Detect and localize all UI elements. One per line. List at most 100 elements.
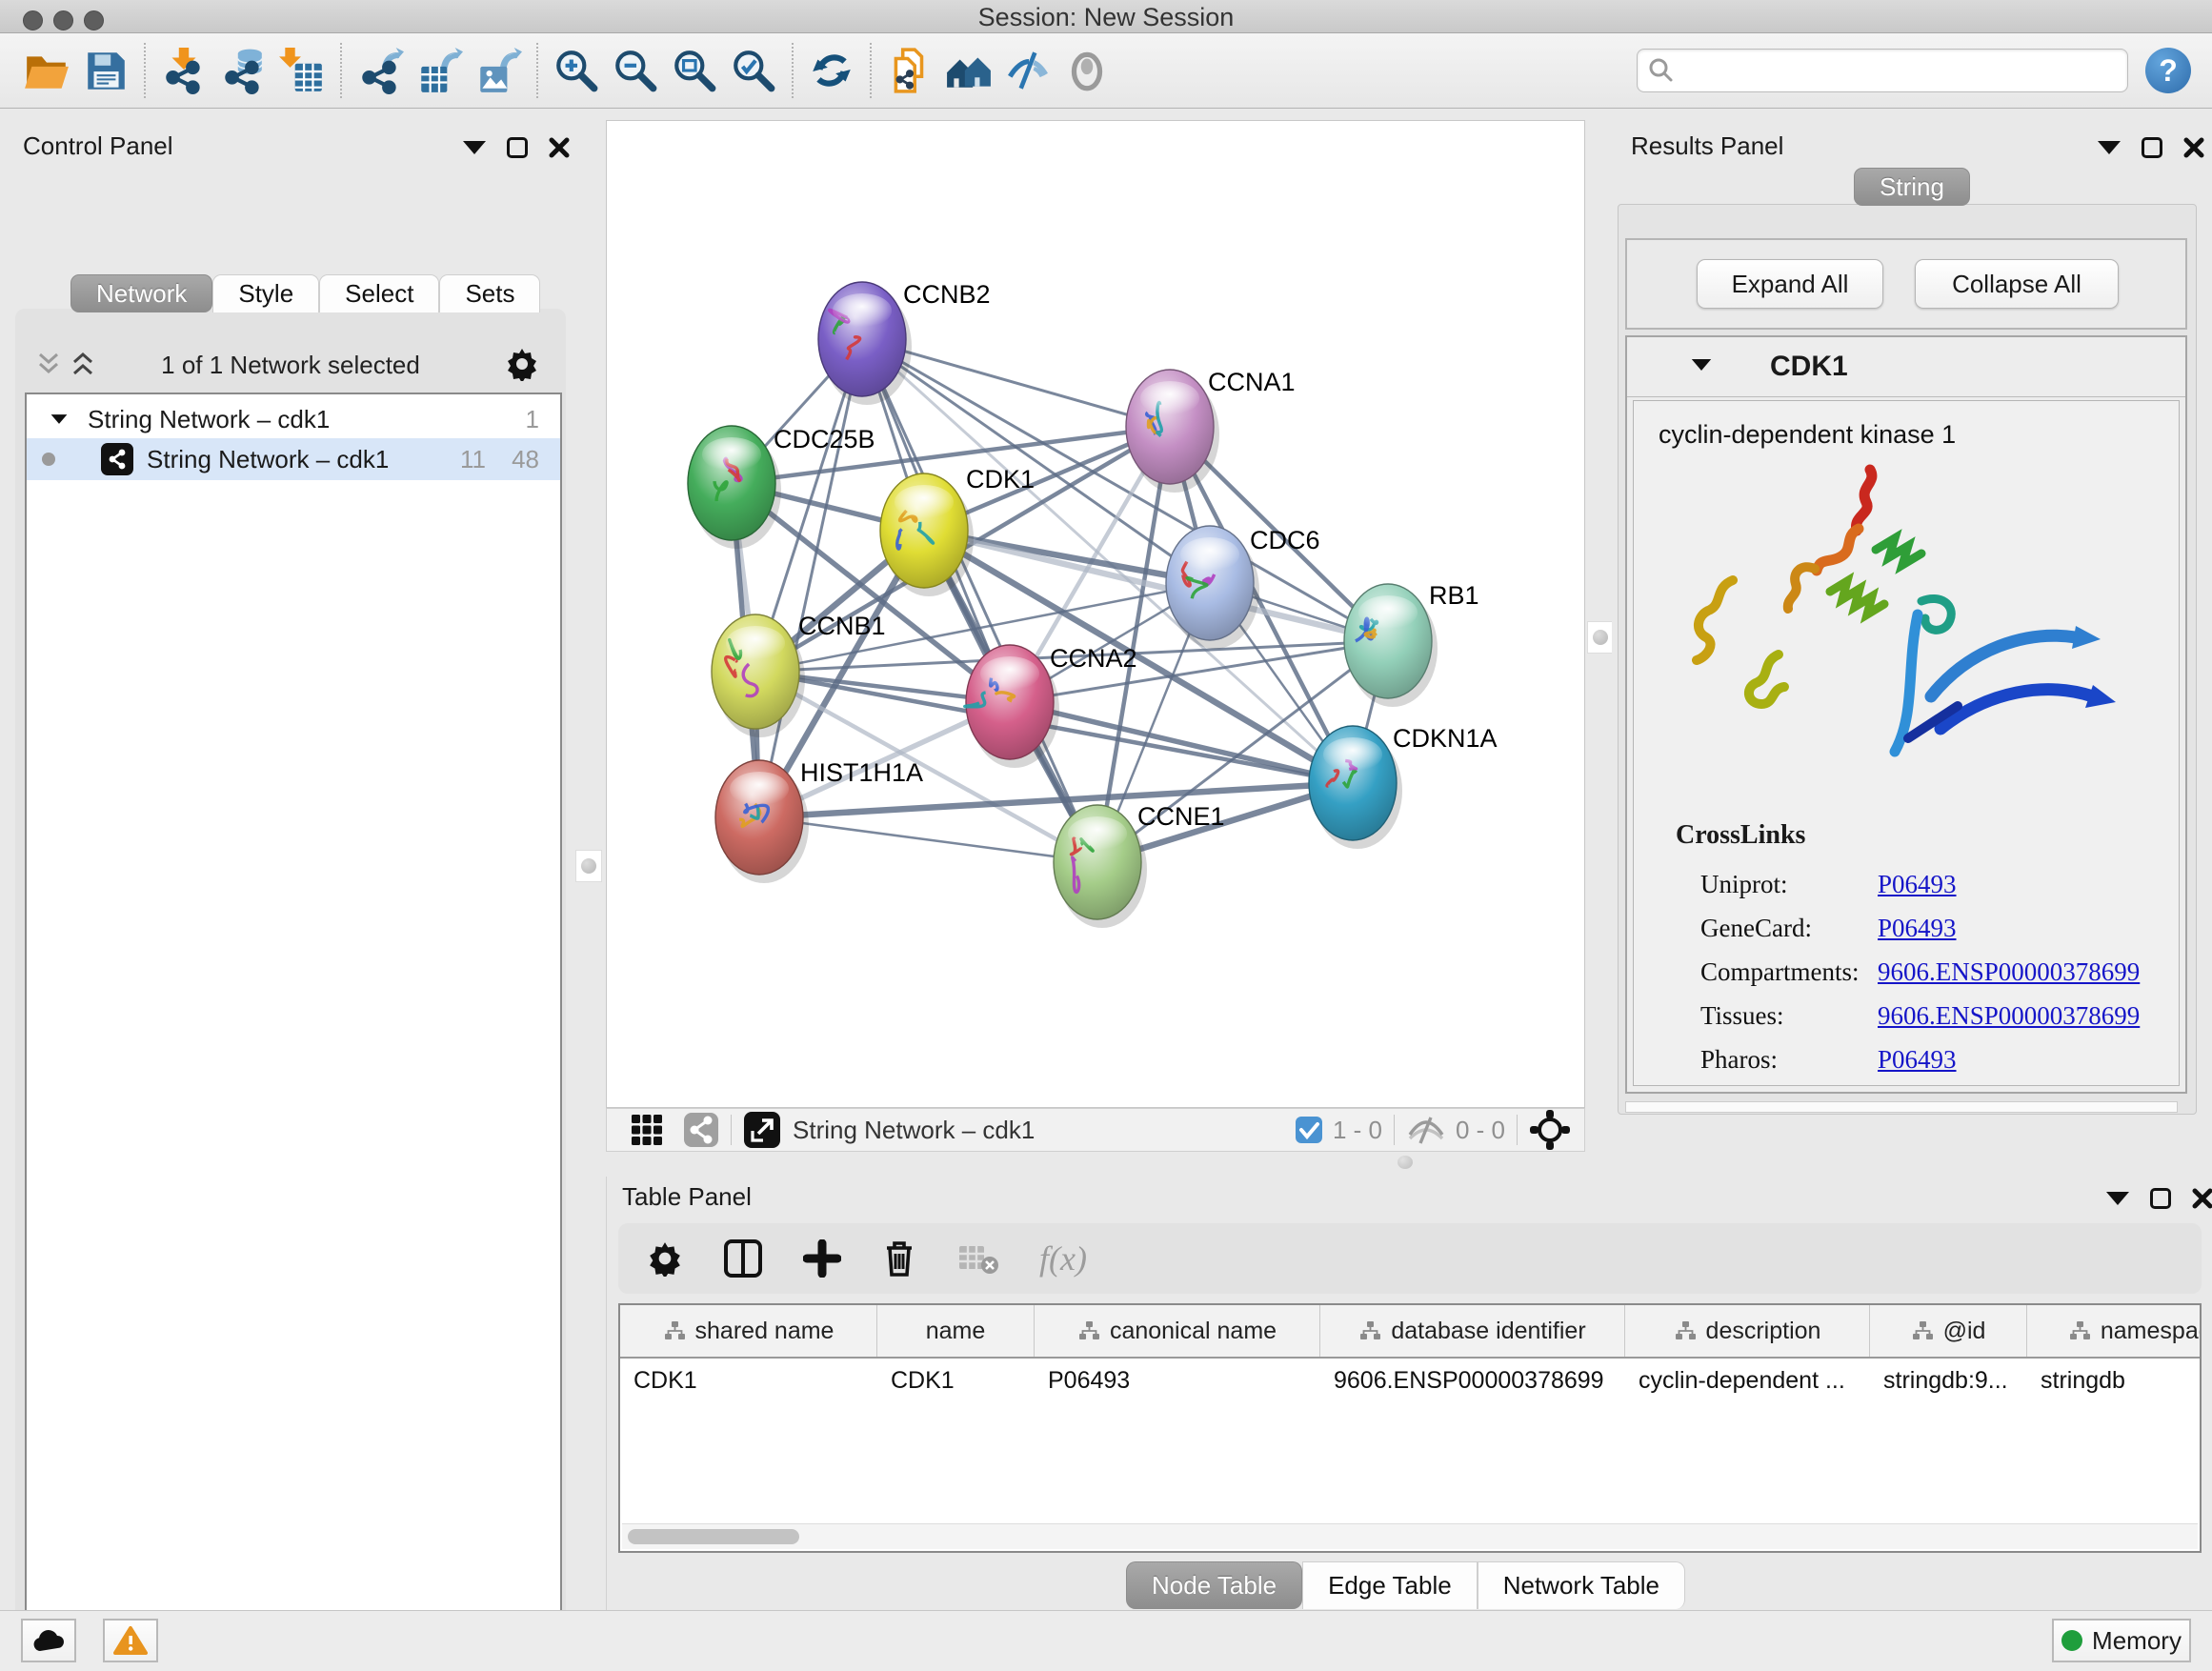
close-panel-icon[interactable] (2192, 1188, 2212, 1209)
copy-document-button[interactable] (880, 41, 939, 100)
tab-sets[interactable]: Sets (439, 274, 540, 312)
crosslink-link[interactable]: P06493 (1878, 914, 1957, 943)
gear-icon[interactable] (647, 1240, 683, 1277)
collapse-entry-icon[interactable] (1692, 359, 1711, 371)
table-panel-controls (2106, 1188, 2212, 1209)
left-splitter-handle[interactable] (575, 850, 602, 882)
table-body: CDK1CDK1P064939606.ENSP00000378699cyclin… (620, 1359, 2200, 1402)
hide-selected-icon (1004, 47, 1052, 94)
edge[interactable] (759, 339, 862, 817)
zoom-selected-button[interactable] (724, 41, 783, 100)
float-panel-icon[interactable] (2142, 137, 2162, 158)
node-table[interactable]: shared namename canonical name database id… (618, 1303, 2202, 1553)
table-horizontal-scrollbar[interactable] (622, 1523, 2198, 1549)
node-hist1h1a[interactable] (715, 760, 809, 883)
right-splitter-handle[interactable] (1587, 621, 1614, 654)
node-ccnb1[interactable] (712, 614, 805, 737)
export-table-button[interactable] (410, 41, 469, 100)
memory-label: Memory (2092, 1626, 2182, 1656)
scrollbar-thumb[interactable] (628, 1529, 799, 1544)
node-ccne1[interactable] (1054, 805, 1147, 928)
selected-checkbox-icon[interactable] (1295, 1116, 1323, 1144)
close-panel-icon[interactable] (2183, 137, 2204, 158)
tab-string[interactable]: String (1854, 168, 1970, 206)
column-header--id[interactable]: @id (1870, 1305, 2027, 1357)
cloud-button[interactable] (21, 1619, 76, 1662)
column-header-shared-name[interactable]: shared name (620, 1305, 877, 1357)
column-header-database-identifier[interactable]: database identifier (1320, 1305, 1625, 1357)
float-panel-icon[interactable] (507, 137, 528, 158)
first-neighbors-button[interactable] (939, 41, 998, 100)
zoom-in-button[interactable] (547, 41, 606, 100)
crosslink-link[interactable]: P06493 (1878, 870, 1957, 899)
import-network-database-button[interactable] (213, 41, 272, 100)
expand-all-button[interactable]: Expand All (1697, 259, 1883, 309)
zoom-out-button[interactable] (606, 41, 665, 100)
hide-selected-button[interactable] (998, 41, 1057, 100)
tab-network[interactable]: Network (70, 274, 212, 312)
show-all-button[interactable] (1057, 41, 1116, 100)
table-cell: CDK1 (620, 1359, 877, 1402)
network-collection-row[interactable]: String Network – cdk1 1 (27, 400, 560, 438)
network-badge-icon[interactable] (683, 1112, 719, 1148)
network-view-title: String Network – cdk1 (793, 1116, 1035, 1145)
horizontal-splitter-handle[interactable] (1398, 1156, 1413, 1169)
collapse-panel-icon[interactable] (2098, 141, 2121, 154)
collection-count: 1 (526, 405, 539, 434)
column-label: canonical name (1110, 1318, 1277, 1345)
crosslink-link[interactable]: 9606.ENSP00000378699 (1878, 1001, 2140, 1031)
birdseye-crosshair-icon[interactable] (1529, 1109, 1571, 1151)
node-ccnb2[interactable] (818, 282, 912, 405)
tab-style[interactable]: Style (212, 274, 319, 312)
results-scroll-strip[interactable] (1625, 1101, 2178, 1113)
crosslink-link[interactable]: 9606.ENSP00000378699 (1878, 957, 2140, 987)
import-table-button[interactable] (272, 41, 332, 100)
node-cdc6[interactable] (1166, 526, 1259, 649)
gear-icon[interactable] (505, 347, 539, 381)
search-box[interactable] (1637, 49, 2128, 92)
table-row[interactable]: CDK1CDK1P064939606.ENSP00000378699cyclin… (620, 1359, 2200, 1402)
column-header-description[interactable]: description (1625, 1305, 1870, 1357)
memory-button[interactable]: Memory (2052, 1619, 2191, 1662)
protein-card-header[interactable]: CDK1 (1627, 337, 2185, 397)
export-network-button[interactable] (351, 41, 410, 100)
collapse-panel-icon[interactable] (463, 141, 486, 154)
column-header-canonical-name[interactable]: canonical name (1035, 1305, 1320, 1357)
node-ccna2[interactable] (965, 645, 1059, 768)
refresh-button[interactable] (802, 41, 861, 100)
network-row-selected[interactable]: String Network – cdk1 11 48 (27, 438, 560, 480)
open-button[interactable] (17, 41, 76, 100)
tab-select[interactable]: Select (319, 274, 439, 312)
warning-button[interactable] (103, 1619, 158, 1662)
open-in-window-icon[interactable] (743, 1111, 781, 1149)
help-button[interactable]: ? (2145, 48, 2191, 93)
node-cdkn1a[interactable] (1309, 726, 1402, 849)
show-columns-icon[interactable] (723, 1238, 763, 1278)
edge[interactable] (1010, 702, 1353, 783)
column-header-name[interactable]: name (877, 1305, 1035, 1357)
import-network-button[interactable] (154, 41, 213, 100)
delete-column-icon[interactable] (881, 1238, 917, 1278)
collapse-panel-icon[interactable] (2106, 1192, 2129, 1205)
save-button[interactable] (76, 41, 135, 100)
zoom-fit-button[interactable] (665, 41, 724, 100)
edge[interactable] (759, 817, 1097, 862)
copy-document-icon (886, 47, 934, 94)
close-panel-icon[interactable] (549, 137, 570, 158)
column-header-namespace[interactable]: namespace (2027, 1305, 2202, 1357)
tab-network-table[interactable]: Network Table (1478, 1561, 1685, 1609)
crosslink-link[interactable]: P06493 (1878, 1045, 1957, 1075)
crosslink-row: GeneCard:P06493 (1700, 906, 2167, 950)
search-input[interactable] (1676, 56, 2118, 85)
separator (1517, 1115, 1518, 1145)
export-image-button[interactable] (469, 41, 528, 100)
float-panel-icon[interactable] (2150, 1188, 2171, 1209)
collapse-all-button[interactable]: Collapse All (1915, 259, 2119, 309)
view-grid-icon[interactable] (630, 1113, 664, 1147)
tab-edge-table[interactable]: Edge Table (1302, 1561, 1478, 1609)
tree-expander-icon[interactable] (51, 414, 68, 424)
network-canvas[interactable]: CCNB2CCNA1CDC25BCDK1CDC6RB1CCNB1CCNA2CDK… (606, 120, 1585, 1108)
tab-node-table[interactable]: Node Table (1126, 1561, 1302, 1609)
node-rb1[interactable] (1344, 584, 1438, 707)
add-column-icon[interactable] (803, 1239, 841, 1278)
